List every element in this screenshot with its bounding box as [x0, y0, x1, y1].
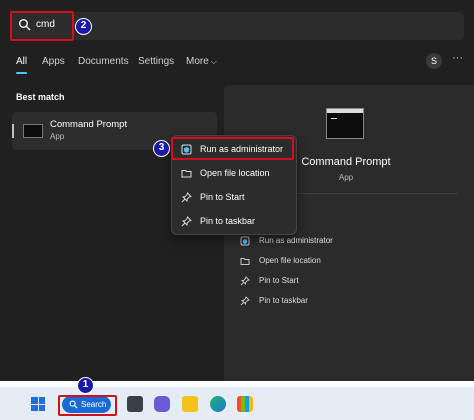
best-match-title: Command Prompt — [50, 119, 128, 130]
pin-icon — [181, 216, 192, 227]
context-item-open-file-location[interactable]: Open file location — [175, 163, 295, 185]
details-action-label: Run as administrator — [259, 236, 333, 245]
pin-icon — [240, 276, 250, 286]
context-item-pin-to-taskbar[interactable]: Pin to taskbar — [175, 211, 295, 233]
more-options-icon[interactable]: ··· — [452, 52, 463, 64]
details-action-label: Open file location — [259, 256, 321, 265]
tab-apps[interactable]: Apps — [42, 56, 65, 67]
details-action-label: Pin to Start — [259, 276, 299, 285]
task-view-icon[interactable] — [127, 396, 143, 412]
tab-all[interactable]: All — [16, 56, 27, 67]
command-prompt-large-icon — [326, 108, 364, 139]
command-prompt-icon — [23, 124, 43, 138]
context-item-label: Open file location — [200, 168, 270, 178]
tab-documents[interactable]: Documents — [78, 56, 129, 67]
user-avatar[interactable]: S — [426, 53, 442, 69]
shield-icon — [240, 236, 250, 246]
active-tab-indicator — [16, 72, 27, 74]
edge-icon[interactable] — [210, 396, 226, 412]
taskbar-search-highlight-box — [58, 395, 117, 416]
teams-icon[interactable] — [154, 396, 170, 412]
tab-more[interactable]: More ⌵ — [186, 56, 217, 67]
best-match-heading: Best match — [16, 92, 65, 102]
store-icon[interactable] — [237, 396, 253, 412]
pin-icon — [181, 192, 192, 203]
step-badge-2: 2 — [75, 18, 92, 35]
selection-indicator — [12, 124, 14, 138]
start-search-panel: cmd 2 All Apps Documents Settings More ⌵ … — [0, 0, 474, 381]
chevron-down-icon: ⌵ — [210, 57, 217, 66]
windows-start-icon[interactable] — [31, 397, 45, 411]
step-badge-1: 1 — [77, 377, 94, 394]
best-match-subtitle: App — [50, 132, 65, 141]
pin-icon — [240, 296, 250, 306]
details-action-label: Pin to taskbar — [259, 296, 308, 305]
tab-more-label: More — [186, 56, 209, 67]
context-item-pin-to-start[interactable]: Pin to Start — [175, 187, 295, 209]
context-item-label: Pin to Start — [200, 192, 245, 202]
folder-icon — [181, 170, 192, 178]
search-highlight-box — [10, 11, 74, 41]
context-item-label: Pin to taskbar — [200, 216, 256, 226]
step-badge-3: 3 — [153, 140, 170, 157]
tab-settings[interactable]: Settings — [138, 56, 174, 67]
run-as-admin-highlight-box — [171, 137, 294, 160]
file-explorer-icon[interactable] — [182, 396, 198, 412]
folder-icon — [240, 258, 250, 265]
